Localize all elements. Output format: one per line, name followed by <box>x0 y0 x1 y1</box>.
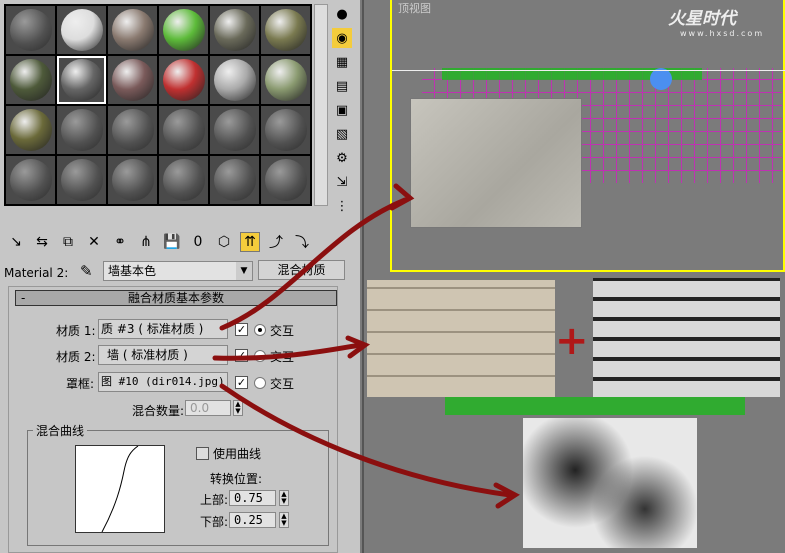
arrow-mask <box>219 383 513 498</box>
arrow-material2 <box>212 342 363 361</box>
arrow-material1 <box>219 197 408 331</box>
annotation-arrows <box>212 183 520 509</box>
arrow-material1-head <box>389 183 415 211</box>
